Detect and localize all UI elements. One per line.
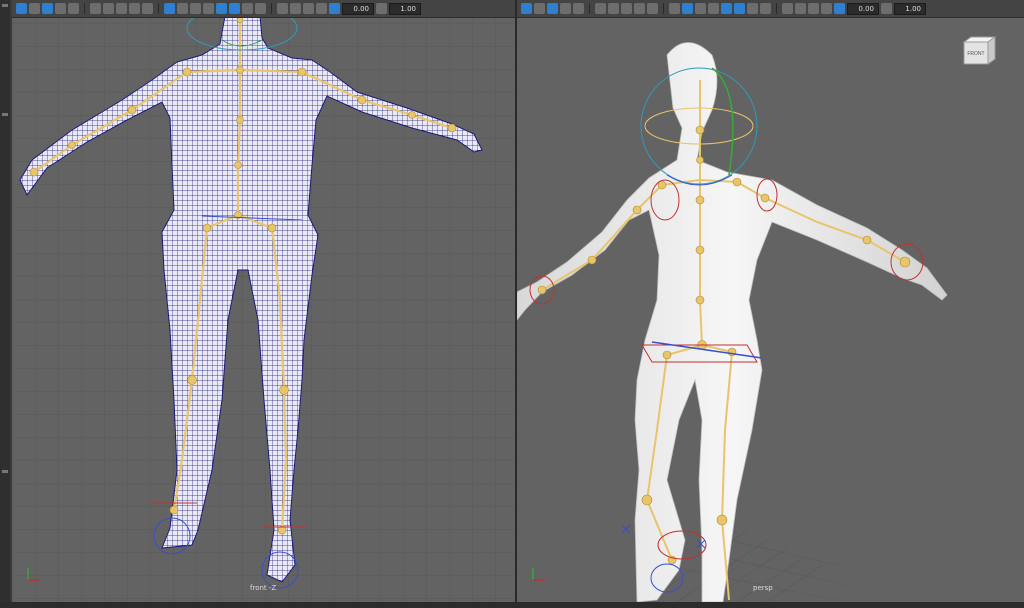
xray-icon[interactable] — [795, 3, 806, 14]
textured-icon[interactable] — [708, 3, 719, 14]
gamma-field[interactable]: 1.00 — [894, 2, 926, 15]
view-cube-icon[interactable]: FRONT — [962, 36, 997, 66]
xray-components-icon[interactable] — [316, 3, 327, 14]
toolbar-separator — [663, 3, 664, 14]
front-viewport[interactable]: 0.00 1.00 front -Z — [12, 0, 515, 602]
view-cube-label: FRONT — [967, 51, 984, 57]
resolution-gate-icon[interactable] — [103, 3, 114, 14]
view-cube[interactable]: FRONT — [962, 36, 997, 70]
shadows-icon[interactable] — [229, 3, 240, 14]
exposure-icon[interactable] — [329, 3, 340, 14]
strip-tick — [2, 470, 8, 473]
field-chart-icon[interactable] — [129, 3, 140, 14]
camera-attributes-icon[interactable] — [534, 3, 545, 14]
ambient-occlusion-icon[interactable] — [747, 3, 758, 14]
bookmark-icon[interactable] — [55, 3, 66, 14]
field-chart-icon[interactable] — [634, 3, 645, 14]
front-scene — [12, 0, 515, 602]
persp-scene — [517, 42, 948, 603]
toolbar-separator — [589, 3, 590, 14]
toolbar-separator — [84, 3, 85, 14]
film-gate-icon[interactable] — [595, 3, 606, 14]
strip-tick — [2, 113, 8, 116]
toolbar-separator — [158, 3, 159, 14]
film-gate-icon[interactable] — [90, 3, 101, 14]
left-edge-strip — [0, 0, 10, 608]
wireframe-icon[interactable] — [164, 3, 175, 14]
wireframe-icon[interactable] — [669, 3, 680, 14]
safe-action-icon[interactable] — [647, 3, 658, 14]
wireframe-on-shaded-icon[interactable] — [695, 3, 706, 14]
camera-select-icon[interactable] — [16, 3, 27, 14]
gamma-icon[interactable] — [881, 3, 892, 14]
xray-joints-icon[interactable] — [808, 3, 819, 14]
exposure-icon[interactable] — [834, 3, 845, 14]
camera-label: persp — [753, 584, 773, 592]
exposure-field[interactable]: 0.00 — [342, 2, 374, 15]
wireframe-on-shaded-icon[interactable] — [190, 3, 201, 14]
camera-attributes-icon[interactable] — [29, 3, 40, 14]
image-plane-icon[interactable] — [573, 3, 584, 14]
gamma-icon[interactable] — [376, 3, 387, 14]
camera-label: front -Z — [250, 584, 277, 592]
gamma-field[interactable]: 1.00 — [389, 2, 421, 15]
xray-icon[interactable] — [290, 3, 301, 14]
use-lights-icon[interactable] — [721, 3, 732, 14]
bottom-strip — [0, 602, 1024, 608]
xray-components-icon[interactable] — [821, 3, 832, 14]
use-lights-icon[interactable] — [216, 3, 227, 14]
grid-icon[interactable] — [42, 3, 53, 14]
toolbar-separator — [271, 3, 272, 14]
antialiasing-icon[interactable] — [255, 3, 266, 14]
gate-mask-icon[interactable] — [621, 3, 632, 14]
image-plane-icon[interactable] — [68, 3, 79, 14]
safe-action-icon[interactable] — [142, 3, 153, 14]
resolution-gate-icon[interactable] — [608, 3, 619, 14]
axis-icon — [27, 568, 40, 581]
persp-viewport[interactable]: 0.00 1.00 FRONT persp — [517, 0, 1024, 602]
antialiasing-icon[interactable] — [760, 3, 771, 14]
textured-icon[interactable] — [203, 3, 214, 14]
character-mesh[interactable] — [517, 42, 948, 603]
smooth-shade-icon[interactable] — [682, 3, 693, 14]
grid-icon[interactable] — [547, 3, 558, 14]
gate-mask-icon[interactable] — [116, 3, 127, 14]
axis-icon — [532, 568, 545, 581]
viewport-toolbar: 0.00 1.00 — [12, 0, 515, 18]
isolate-select-icon[interactable] — [277, 3, 288, 14]
axis-gizmo — [24, 564, 44, 588]
camera-select-icon[interactable] — [521, 3, 532, 14]
axis-gizmo — [529, 564, 549, 588]
toolbar-separator — [776, 3, 777, 14]
isolate-select-icon[interactable] — [782, 3, 793, 14]
exposure-field[interactable]: 0.00 — [847, 2, 879, 15]
strip-tick — [2, 4, 8, 7]
ambient-occlusion-icon[interactable] — [242, 3, 253, 14]
viewport-toolbar: 0.00 1.00 — [517, 0, 1024, 18]
smooth-shade-icon[interactable] — [177, 3, 188, 14]
shadows-icon[interactable] — [734, 3, 745, 14]
xray-joints-icon[interactable] — [303, 3, 314, 14]
bookmark-icon[interactable] — [560, 3, 571, 14]
